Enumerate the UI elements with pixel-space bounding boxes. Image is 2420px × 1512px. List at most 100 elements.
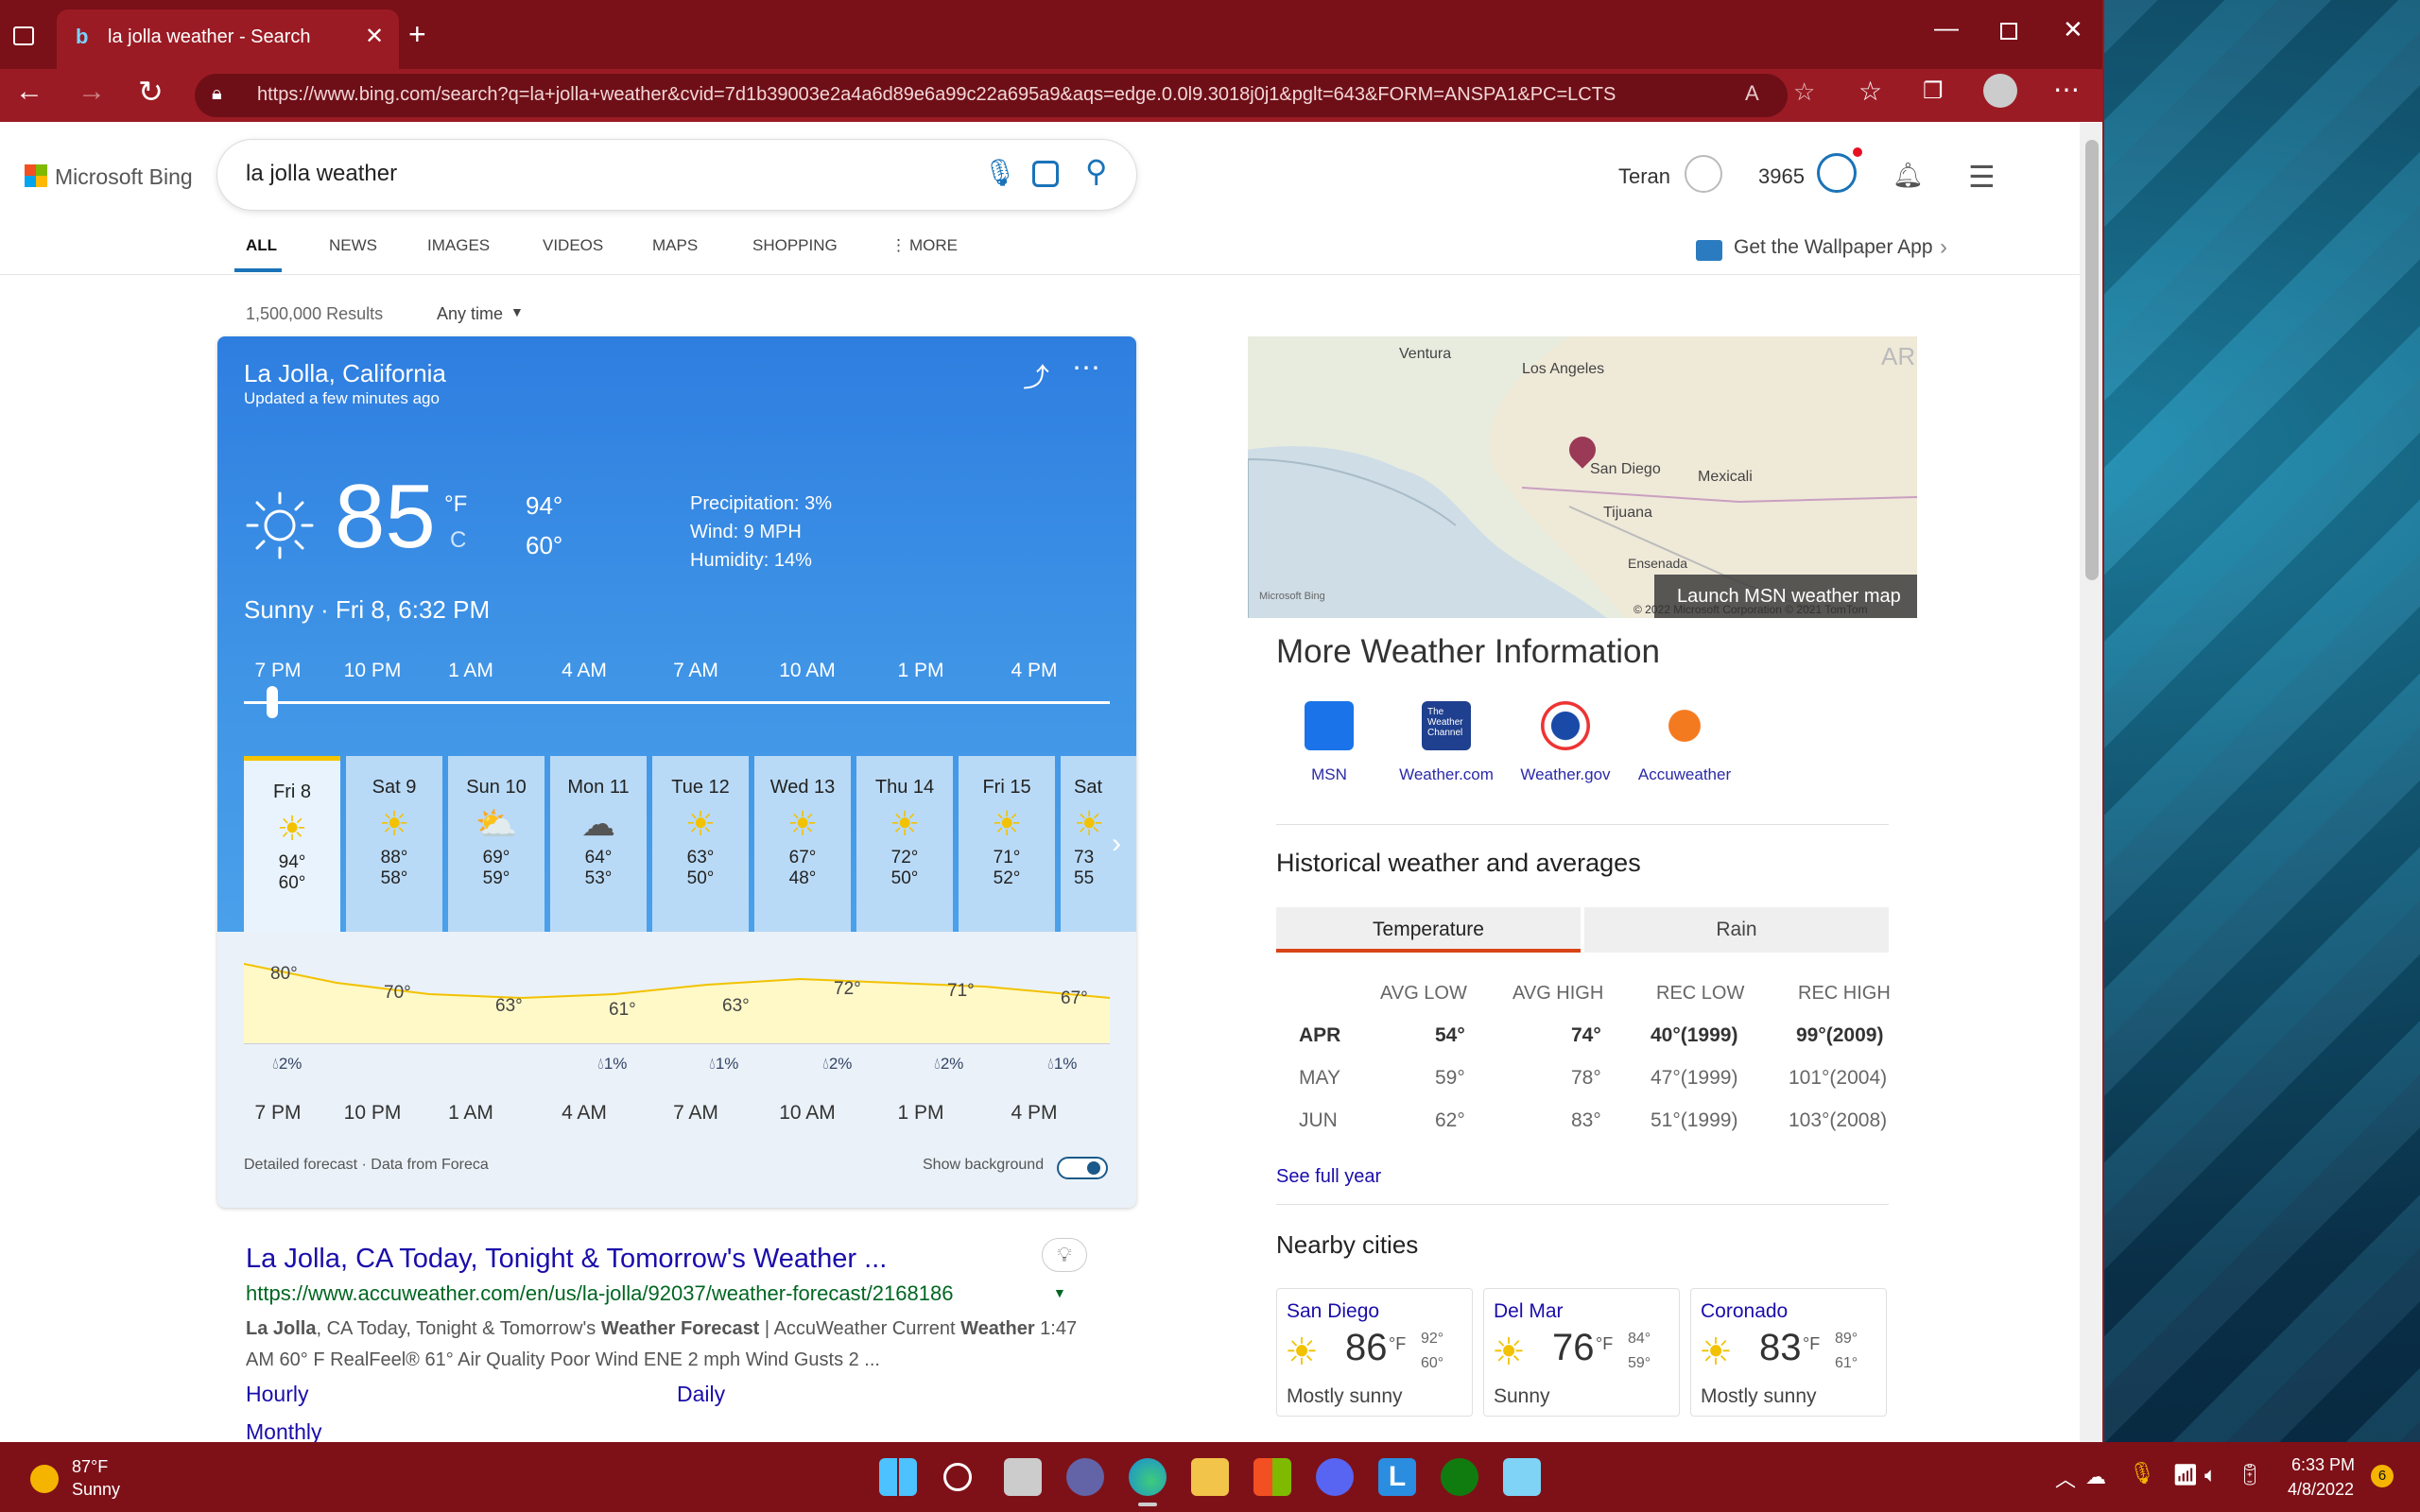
- tab-shopping[interactable]: SHOPPING: [752, 236, 838, 255]
- maximize-button[interactable]: [2000, 23, 2017, 40]
- url-dropdown-icon[interactable]: ▼: [1053, 1285, 1066, 1300]
- back-arrow-icon[interactable]: ←: [15, 76, 43, 108]
- link-monthly[interactable]: Monthly: [246, 1419, 322, 1442]
- more-options-icon[interactable]: ⋯: [1072, 352, 1100, 385]
- start-windows-icon[interactable]: [879, 1458, 917, 1496]
- show-background-toggle[interactable]: [1057, 1157, 1108, 1179]
- search-icon[interactable]: ⚲: [1085, 153, 1107, 189]
- search-taskbar-icon[interactable]: [943, 1463, 972, 1491]
- source-accuweather[interactable]: Accuweather: [1623, 765, 1746, 784]
- task-view-icon[interactable]: [1004, 1458, 1042, 1496]
- settings-more-icon[interactable]: ⋯: [2053, 74, 2080, 105]
- hamburger-menu-icon[interactable]: ☰: [1968, 159, 1996, 195]
- unit-celsius[interactable]: C: [450, 527, 466, 554]
- collections-icon[interactable]: ❐: [1923, 77, 1944, 105]
- l-app-icon[interactable]: L: [1378, 1458, 1416, 1496]
- share-icon[interactable]: ⤴: [1023, 357, 1049, 395]
- time-filter-dropdown[interactable]: Any time: [437, 304, 503, 324]
- notification-bell-icon[interactable]: 🔔︎: [1893, 161, 1924, 190]
- file-explorer-icon[interactable]: [1191, 1458, 1229, 1496]
- favorite-star-icon[interactable]: ☆: [1793, 77, 1815, 107]
- onedrive-icon[interactable]: ☁: [2085, 1465, 2106, 1489]
- day-sat-partial[interactable]: Sat ☀ 73 55: [1061, 756, 1136, 932]
- minimize-button[interactable]: —: [1934, 13, 1959, 43]
- weather-widget-sun-icon[interactable]: [30, 1465, 59, 1493]
- source-weather-gov[interactable]: Weather.gov: [1504, 765, 1627, 784]
- microphone-icon[interactable]: 🎙︎: [983, 157, 1017, 188]
- bing-logo[interactable]: Microsoft Bing: [25, 164, 195, 189]
- link-hourly[interactable]: Hourly: [246, 1382, 308, 1407]
- source-weather-com[interactable]: Weather.com: [1385, 765, 1508, 784]
- forward-arrow-icon[interactable]: →: [78, 76, 106, 108]
- microphone-tray-icon[interactable]: 🎙︎: [2129, 1461, 2155, 1486]
- city-card-san-diego[interactable]: San Diego ☀ 86 °F 92° 60° Mostly sunny: [1276, 1288, 1473, 1417]
- tab-temperature[interactable]: Temperature: [1276, 907, 1581, 953]
- rewards-trophy-icon[interactable]: [1817, 153, 1857, 193]
- wifi-icon[interactable]: 📶︎: [2172, 1463, 2199, 1487]
- unit-fahrenheit[interactable]: °F: [444, 491, 467, 518]
- close-window-button[interactable]: ✕: [2063, 15, 2083, 44]
- microsoft-store-icon[interactable]: [1253, 1458, 1291, 1496]
- volume-icon[interactable]: 🔈︎: [2204, 1463, 2217, 1487]
- search-input[interactable]: la jolla weather: [246, 161, 397, 187]
- result-title-link[interactable]: La Jolla, CA Today, Tonight & Tomorrow's…: [246, 1244, 887, 1275]
- weather-map[interactable]: Ventura Los Angeles San Diego Mexicali T…: [1248, 336, 1917, 618]
- taskbar-weather-temp[interactable]: 87°F: [72, 1457, 108, 1477]
- taskbar-weather-cond[interactable]: Sunny: [72, 1480, 120, 1500]
- new-tab-button[interactable]: +: [408, 17, 426, 52]
- search-box[interactable]: la jolla weather 🎙︎ ⚲: [217, 140, 1136, 210]
- notepad-icon[interactable]: [1503, 1458, 1541, 1496]
- lightbulb-icon[interactable]: 💡︎: [1042, 1238, 1087, 1272]
- hour-slider-track[interactable]: [244, 701, 1110, 704]
- clock-time[interactable]: 6:33 PM: [2291, 1455, 2355, 1475]
- battery-icon[interactable]: 🔋︎: [2237, 1463, 2263, 1487]
- next-days-chevron-icon[interactable]: ›: [1112, 828, 1121, 860]
- see-full-year-link[interactable]: See full year: [1276, 1166, 1381, 1188]
- day-fri-15[interactable]: Fri 15 ☀ 71° 52°: [959, 756, 1055, 932]
- tab-more[interactable]: MORE: [909, 236, 958, 255]
- visual-search-icon[interactable]: [1032, 161, 1059, 187]
- accuweather-icon[interactable]: [1660, 701, 1709, 750]
- address-bar[interactable]: 🔒︎ https://www.bing.com/search?q=la+joll…: [195, 74, 1788, 117]
- active-tab[interactable]: b la jolla weather - Search ✕: [57, 9, 399, 69]
- result-url[interactable]: https://www.accuweather.com/en/us/la-jol…: [246, 1281, 953, 1306]
- day-sun-10[interactable]: Sun 10 ⛅ 69° 59°: [448, 756, 544, 932]
- city-card-del-mar[interactable]: Del Mar ☀ 76 °F 84° 59° Sunny: [1483, 1288, 1680, 1417]
- weather-gov-icon[interactable]: [1541, 701, 1590, 750]
- hour-slider-handle[interactable]: [267, 686, 278, 718]
- edge-icon[interactable]: [1129, 1458, 1167, 1496]
- refresh-icon[interactable]: ↻: [138, 74, 164, 110]
- msn-icon[interactable]: [1305, 701, 1354, 750]
- day-sat-9[interactable]: Sat 9 ☀ 88° 58°: [346, 756, 442, 932]
- tab-maps[interactable]: MAPS: [652, 236, 698, 255]
- xbox-icon[interactable]: [1441, 1458, 1478, 1496]
- tab-close-icon[interactable]: ✕: [365, 23, 384, 50]
- wallpaper-app-link[interactable]: Get the Wallpaper App: [1734, 236, 1933, 259]
- profile-avatar[interactable]: [1983, 74, 2017, 108]
- user-icon[interactable]: [1685, 155, 1722, 193]
- clock-date[interactable]: 4/8/2022: [2288, 1480, 2354, 1500]
- forecast-source[interactable]: Detailed forecast · Data from Foreca: [244, 1157, 489, 1174]
- discord-icon[interactable]: [1316, 1458, 1354, 1496]
- favorites-icon[interactable]: ☆: [1858, 76, 1882, 107]
- day-wed-13[interactable]: Wed 13 ☀ 67° 48°: [754, 756, 851, 932]
- chevron-right-icon[interactable]: ›: [1940, 234, 1947, 261]
- tab-rain[interactable]: Rain: [1584, 907, 1889, 953]
- tab-news[interactable]: NEWS: [329, 236, 377, 255]
- day-tue-12[interactable]: Tue 12 ☀ 63° 50°: [652, 756, 749, 932]
- notification-badge[interactable]: 6: [2371, 1465, 2394, 1487]
- tab-images[interactable]: IMAGES: [427, 236, 490, 255]
- city-card-coronado[interactable]: Coronado ☀ 83 °F 89° 61° Mostly sunny: [1690, 1288, 1887, 1417]
- rewards-points[interactable]: 3965: [1758, 164, 1805, 189]
- read-aloud-icon[interactable]: A: [1745, 81, 1759, 106]
- weather-channel-icon[interactable]: The Weather Channel: [1422, 701, 1471, 750]
- day-mon-11[interactable]: Mon 11 ☁ 64° 53°: [550, 756, 647, 932]
- scrollbar-thumb[interactable]: [2085, 140, 2099, 580]
- day-fri-8[interactable]: Fri 8 ☀ 94° 60°: [244, 756, 340, 932]
- user-name[interactable]: Teran: [1618, 164, 1670, 189]
- show-hidden-icons-chevron[interactable]: ︿: [2055, 1463, 2076, 1493]
- teams-chat-icon[interactable]: [1066, 1458, 1104, 1496]
- tab-actions-icon[interactable]: [13, 26, 34, 45]
- day-thu-14[interactable]: Thu 14 ☀ 72° 50°: [856, 756, 953, 932]
- source-msn[interactable]: MSN: [1268, 765, 1391, 784]
